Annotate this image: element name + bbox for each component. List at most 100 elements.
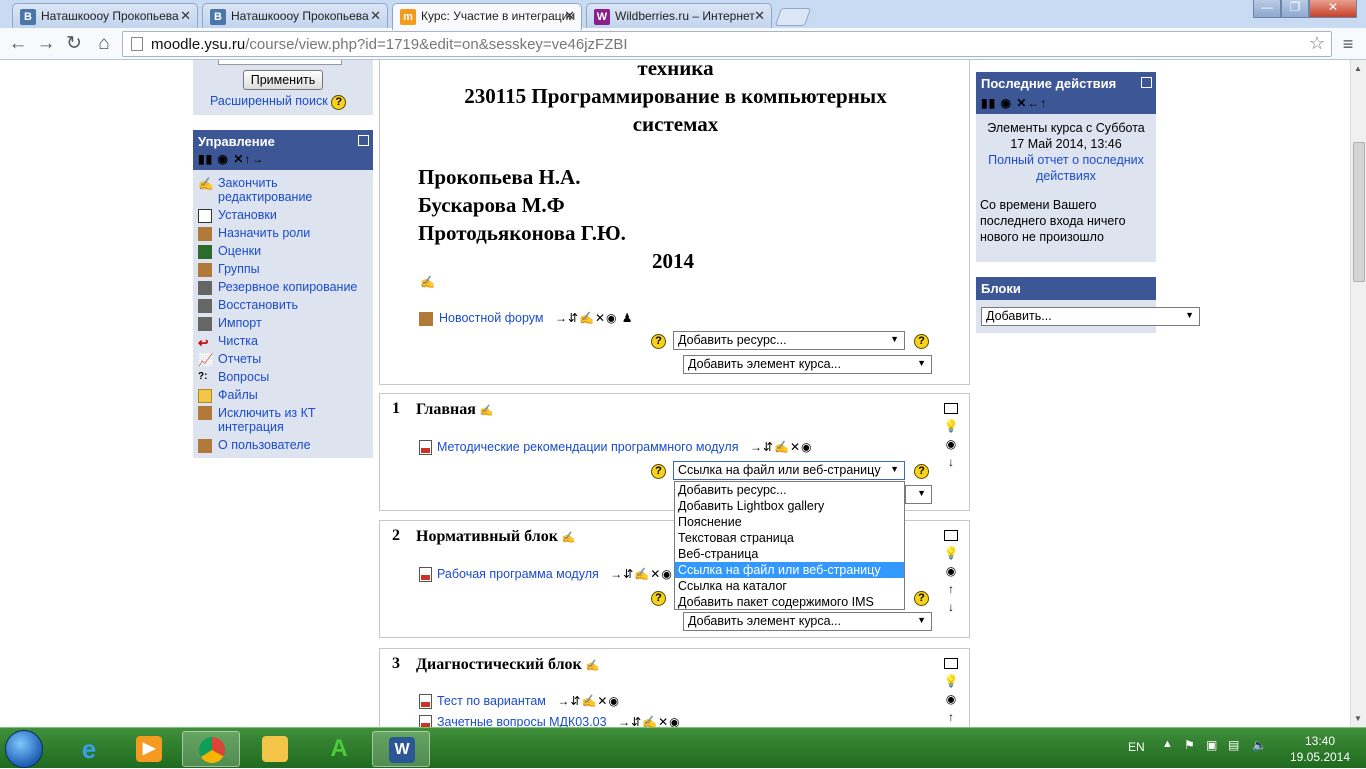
apply-button[interactable]: Применить	[243, 70, 323, 90]
resource-link[interactable]: Тест по вариантам	[437, 694, 546, 708]
volume-icon[interactable]: 🔈	[1252, 738, 1267, 752]
admin-item-reset[interactable]: ↩ Чистка	[198, 334, 258, 350]
admin-item-files[interactable]: Файлы	[198, 388, 258, 403]
browser-tab-active[interactable]: m Курс: Участие в интеграции ✕	[392, 3, 582, 30]
move-up-icon[interactable]: ↑	[941, 580, 961, 598]
dropdown-option[interactable]: Пояснение	[675, 514, 904, 530]
visibility-eye-icon[interactable]: ◉	[941, 435, 961, 453]
start-button[interactable]	[5, 730, 43, 768]
maximize-button[interactable]: ❐	[1281, 0, 1309, 18]
dropdown-option[interactable]: Ссылка на каталог	[675, 578, 904, 594]
dropdown-option[interactable]: Добавить пакет содержимого IMS	[675, 594, 904, 610]
help-icon[interactable]: ?	[914, 334, 929, 349]
highlight-bulb-icon[interactable]: 💡	[941, 417, 961, 435]
bookmark-star-icon[interactable]: ☆	[1309, 33, 1325, 54]
admin-item-questions[interactable]: ?: Вопросы	[198, 370, 269, 385]
admin-item-grades[interactable]: Оценки	[198, 244, 261, 259]
add-activity-select[interactable]	[905, 485, 932, 504]
dropdown-option-selected[interactable]: Ссылка на файл или веб-страницу	[675, 562, 904, 578]
admin-item-groups[interactable]: Группы	[198, 262, 260, 277]
highlight-bulb-icon[interactable]: 💡	[941, 544, 961, 562]
activity-actions[interactable]: →⇵✍✕◉	[610, 567, 673, 581]
mark-current-icon[interactable]	[944, 530, 958, 541]
add-activity-select[interactable]: Добавить элемент курса...	[683, 355, 932, 374]
resource-dropdown-list[interactable]: Добавить ресурс... Добавить Lightbox gal…	[674, 481, 905, 610]
activity-actions[interactable]: →⇵✍✕◉	[618, 715, 681, 727]
help-icon[interactable]: ?	[331, 95, 347, 110]
admin-item-profile[interactable]: О пользователе	[198, 438, 311, 453]
section-controls[interactable]: 💡 ◉ ↓	[941, 400, 961, 471]
activity-actions[interactable]: →⇵✍✕◉ ♟	[555, 311, 634, 325]
taskbar-app[interactable]: A	[310, 731, 368, 767]
hide-block-icon[interactable]	[1141, 77, 1152, 88]
add-block-select[interactable]: Добавить...	[981, 307, 1200, 326]
search-input[interactable]	[218, 60, 342, 65]
taskbar-ie[interactable]: e	[60, 731, 118, 767]
dropdown-option[interactable]: Веб-страница	[675, 546, 904, 562]
close-tab-icon[interactable]: ✕	[754, 8, 765, 24]
new-tab-button[interactable]	[774, 8, 812, 26]
dropdown-option[interactable]: Добавить Lightbox gallery	[675, 498, 904, 514]
add-resource-select[interactable]: Добавить ресурс...	[673, 331, 905, 350]
full-report-link[interactable]: Полный отчет о последних действиях	[980, 152, 1152, 184]
close-tab-icon[interactable]: ✕	[180, 8, 191, 24]
edit-summary-icon[interactable]: ✍	[420, 275, 435, 289]
resource-select-open[interactable]: Ссылка на файл или веб-страницу	[673, 461, 905, 480]
taskbar-explorer[interactable]	[246, 731, 304, 767]
move-down-icon[interactable]: ↓	[941, 453, 961, 471]
edit-icon[interactable]: ✍	[562, 532, 576, 544]
flag-icon[interactable]: ⚑	[1184, 738, 1195, 752]
dropdown-option[interactable]: Добавить ресурс...	[675, 482, 904, 498]
forward-arrow-icon[interactable]: →	[34, 32, 58, 56]
add-activity-select[interactable]: Добавить элемент курса...	[683, 612, 932, 631]
admin-item-reports[interactable]: 📈 Отчеты	[198, 352, 261, 367]
close-tab-icon[interactable]: ✕	[370, 8, 381, 24]
help-icon[interactable]: ?	[914, 591, 929, 606]
section-controls[interactable]: 💡 ◉ ↑ ↓	[941, 527, 961, 616]
help-icon[interactable]: ?	[651, 334, 666, 349]
advanced-search-link[interactable]: Расширенный поиск	[210, 94, 328, 108]
mark-current-icon[interactable]	[944, 403, 958, 414]
resource-link[interactable]: Зачетные вопросы МДК03.03	[437, 715, 607, 727]
admin-item-restore[interactable]: Восстановить	[198, 298, 298, 313]
dropdown-option[interactable]: Текстовая страница	[675, 530, 904, 546]
admin-item-finish-editing[interactable]: ✍ Закончить редактирование	[198, 176, 368, 204]
language-indicator[interactable]: EN	[1128, 740, 1145, 754]
minimize-button[interactable]: —	[1253, 0, 1281, 18]
help-icon[interactable]: ?	[651, 464, 666, 479]
scroll-down-icon[interactable]: ▼	[1354, 714, 1362, 723]
device-icon[interactable]: ▣	[1206, 738, 1217, 752]
help-icon[interactable]: ?	[914, 464, 929, 479]
admin-item-settings[interactable]: Установки	[198, 208, 277, 223]
clock-date[interactable]: 19.05.2014	[1284, 750, 1356, 764]
visibility-eye-icon[interactable]: ◉	[941, 690, 961, 708]
close-tab-icon[interactable]: ✕	[564, 8, 575, 24]
help-icon[interactable]: ?	[651, 591, 666, 606]
scroll-up-icon[interactable]: ▲	[1354, 64, 1362, 73]
activity-actions[interactable]: →⇵✍✕◉	[557, 694, 620, 708]
visibility-eye-icon[interactable]: ◉	[941, 562, 961, 580]
edit-icon[interactable]: ✍	[586, 660, 600, 672]
block-move-controls[interactable]: ▮▮ ◉ ✕↑→	[198, 152, 264, 166]
network-icon[interactable]: ▤	[1228, 738, 1239, 752]
taskbar-word[interactable]: W	[372, 731, 430, 767]
reload-icon[interactable]: ↻	[62, 32, 86, 56]
address-bar[interactable]: moodle.ysu.ru/course/view.php?id=1719&ed…	[122, 31, 1332, 57]
resource-link[interactable]: Рабочая программа модуля	[437, 567, 599, 581]
resource-link[interactable]: Методические рекомендации программного м…	[437, 440, 738, 454]
taskbar-media[interactable]: ▶	[120, 731, 178, 767]
news-forum-link[interactable]: Новостной форум	[439, 311, 543, 325]
edit-icon[interactable]: ✍	[480, 405, 494, 417]
hide-block-icon[interactable]	[358, 135, 369, 146]
mark-current-icon[interactable]	[944, 658, 958, 669]
block-move-controls[interactable]: ▮▮ ◉ ✕←↑	[981, 96, 1047, 110]
browser-tab-2[interactable]: В Наташкоооу Прокопьева ✕	[202, 3, 388, 28]
admin-item-import[interactable]: Импорт	[198, 316, 262, 331]
admin-item-backup[interactable]: Резервное копирование	[198, 280, 357, 295]
page-scrollbar[interactable]: ▲ ▼	[1350, 60, 1366, 727]
show-hidden-icons-icon[interactable]: ▲	[1162, 738, 1173, 750]
taskbar-chrome[interactable]	[182, 731, 240, 767]
home-icon[interactable]: ⌂	[92, 32, 116, 56]
move-down-icon[interactable]: ↓	[941, 598, 961, 616]
highlight-bulb-icon[interactable]: 💡	[941, 672, 961, 690]
